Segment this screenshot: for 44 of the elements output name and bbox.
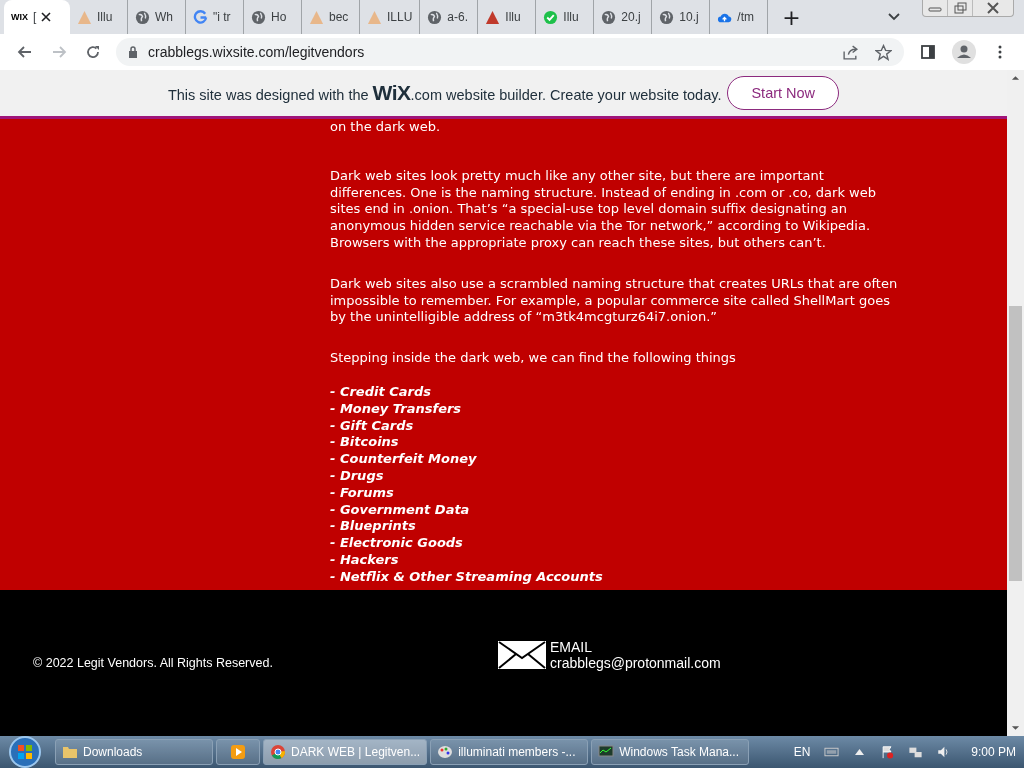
wix-favicon: WIX [11, 12, 28, 22]
list-item: - Money Transfers [330, 400, 463, 418]
taskbar-button[interactable]: Windows Task Mana... [591, 739, 750, 765]
body-paragraph: on the dark web. [330, 119, 442, 136]
body-paragraph: Dark web sites also use a scrambled naming structure that creates URLs that are often impossible to remember. For example, a popular commerce site called ShellMart goes by the unintelligible address of “m3tk4mcgturz64i7.onion.” [330, 275, 898, 327]
address-bar[interactable]: crabblegs.wixsite.com/legitvendors [116, 38, 904, 66]
list-item: - Counterfeit Money [330, 451, 478, 468]
list-item: - Government Data [330, 501, 471, 519]
tab-title: 20.j [621, 10, 641, 24]
banner-text: This site was designed with the WiX.com website builder. Create your website today. [167, 81, 722, 105]
url-text: crabblegs.wixsite.com/legitvendors [148, 44, 365, 60]
body-paragraph: Stepping inside the dark web, we can find the following things [330, 350, 737, 367]
email-label: EMAIL [550, 639, 593, 655]
tab-title: Illu [563, 10, 579, 24]
body-paragraph: Dark web sites look pretty much like any other site, but there are important differences. One is the naming structure. Instead of ending in .com or .co, dark web sites end in .onion. That’s “a special-use top level domain suffix designating an anonymous hidden service reachable via the Tor network,” according to Wikipedia. Browsers with the appropriate proxy can reach these sites, but others can’t. [330, 167, 877, 252]
taskbar-button[interactable]: Downloads [55, 739, 213, 765]
list-item: - Forums [330, 484, 395, 502]
list-item: - Credit Cards [330, 383, 432, 401]
clock[interactable]: 9:00 PM [971, 745, 1016, 759]
list-item: - Blueprints [330, 518, 417, 536]
list-item: - Drugs [330, 467, 385, 485]
tab-title: a-6. [447, 10, 469, 24]
tab-title: ILLU [387, 10, 413, 24]
tab-title: 10.j [679, 10, 699, 24]
tab-title: [ [33, 10, 37, 24]
taskbar-button[interactable]: illuminati members -... [430, 739, 589, 765]
list-item: - Hackers [330, 551, 400, 569]
tab-title: bec [329, 10, 349, 24]
email-address[interactable]: crabblegs@protonmail.com [550, 655, 721, 671]
copyright-text: © 2022 Legit Vendors. All Rights Reserved. [33, 656, 274, 670]
new-tab-button[interactable]: + [778, 4, 805, 30]
list-item: - Electronic Goods [330, 535, 464, 552]
tab-title: Illu [505, 10, 521, 24]
start-now-button[interactable]: Start Now [727, 76, 840, 110]
tab-title: Illu [97, 10, 113, 24]
tab-title: "i tr [213, 10, 231, 24]
tab-title: /tm [737, 10, 755, 24]
list-item: - Netflix & Other Streaming Accounts [330, 568, 604, 586]
tab-title: Ho [271, 10, 287, 24]
list-item: - Gift Cards [330, 417, 415, 435]
browser-tab[interactable]: WIX [ [4, 0, 70, 34]
tab-title: Wh [155, 10, 173, 24]
list-item: - Bitcoins [330, 434, 400, 452]
language-indicator[interactable]: EN [793, 745, 811, 759]
